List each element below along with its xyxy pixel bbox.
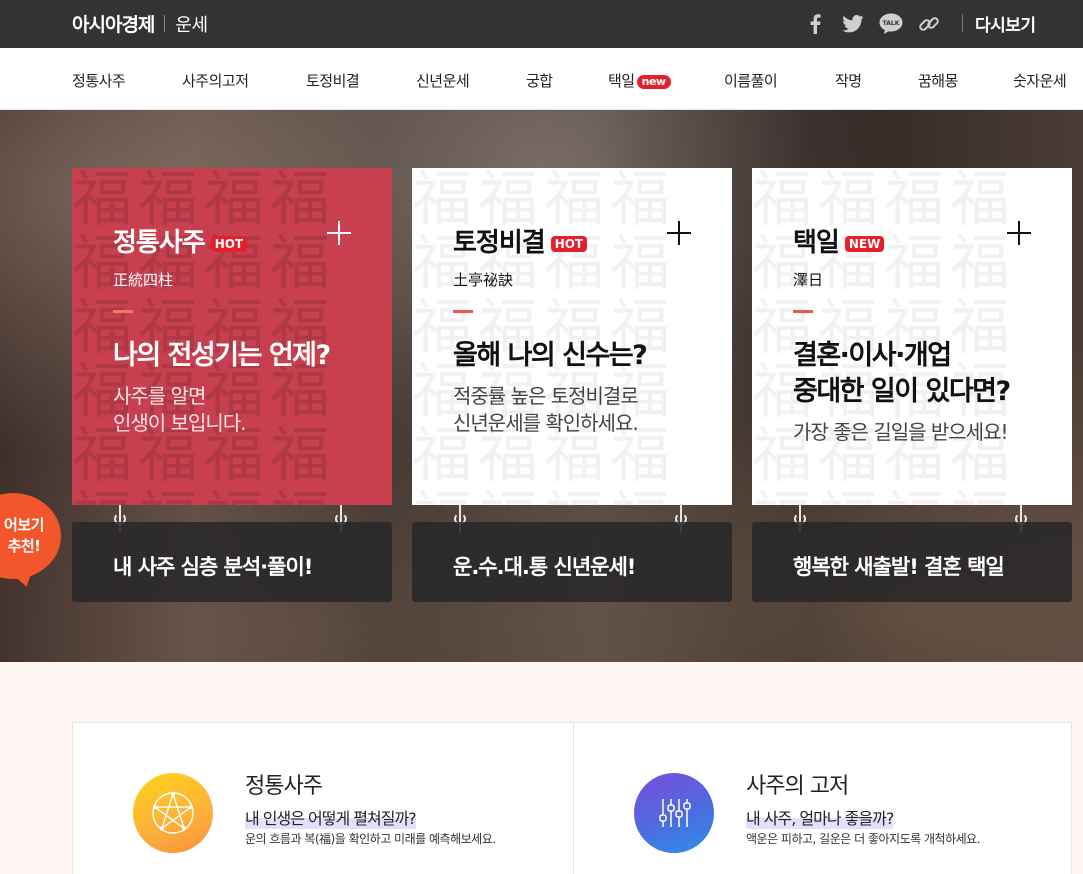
- card-saju[interactable]: 福福福福福福福福福福福福福福福福福福福福福福福福福福福福福福 정통사주 HOT …: [72, 168, 392, 505]
- card-description: 사주를 알면 인생이 보입니다.: [113, 384, 247, 435]
- card-hanja: 正統四柱: [113, 271, 174, 289]
- view-again-button[interactable]: 다시보기: [975, 11, 1036, 36]
- nav-item-name-reading[interactable]: 이름풀이: [724, 70, 778, 91]
- section-title[interactable]: 운세: [175, 11, 208, 37]
- share-icons: TALK: [803, 12, 941, 36]
- services-section: 정통사주 내 인생은 어떻게 펼쳐질까? 운의 흐름과 복(福)을 확인하고 미…: [0, 662, 1083, 874]
- service-description: 액운은 피하고, 길운은 더 좋아지도록 개척하세요.: [746, 832, 981, 846]
- nav-item-new-year[interactable]: 신년운세: [416, 70, 470, 91]
- card-description: 적중률 높은 토정비결로 신년운세를 확인하세요.: [453, 384, 639, 435]
- nav-item-date-selection[interactable]: 택일 new: [608, 70, 671, 91]
- nav-item-date-selection-label: 택일: [608, 72, 635, 90]
- card-accent-line: [113, 310, 133, 313]
- brand-logo[interactable]: 아시아경제: [72, 10, 155, 37]
- card-title: 택일: [793, 228, 840, 258]
- card-description: 가장 좋은 길일을 받으세요!: [793, 420, 1009, 444]
- plus-icon[interactable]: [665, 219, 693, 247]
- card-tojeong[interactable]: 福福福福福福福福福福福福福福福福福福福福福福福福福福福福福福 토정비결 HOT …: [412, 168, 732, 505]
- card-title-row: 택일 NEW: [793, 219, 1033, 259]
- new-badge: NEW: [844, 235, 885, 252]
- service-subtitle: 내 인생은 어떻게 펼쳐질까?: [245, 805, 417, 829]
- equalizer-sliders-icon: [634, 773, 714, 853]
- brand[interactable]: 아시아경제 운세: [72, 10, 208, 37]
- card-hanja: 土亭祕訣: [453, 271, 514, 289]
- card-headline: 나의 전성기는 언제?: [113, 340, 331, 371]
- hot-badge: HOT: [550, 235, 588, 252]
- kakaotalk-icon[interactable]: TALK: [879, 12, 903, 36]
- card-hanja: 澤日: [793, 271, 824, 289]
- twitter-icon[interactable]: [841, 12, 865, 36]
- nav-item-naming[interactable]: 작명: [835, 70, 862, 91]
- top-bar: 아시아경제 운세 TALK 다시보기: [0, 0, 1083, 48]
- nav-item-saju-level[interactable]: 사주의고저: [182, 70, 249, 91]
- service-saju[interactable]: 정통사주 내 인생은 어떻게 펼쳐질까? 운의 흐름과 복(福)을 확인하고 미…: [73, 723, 573, 874]
- link-icon[interactable]: [917, 12, 941, 36]
- card-title-row: 정통사주 HOT: [113, 219, 353, 259]
- kakaotalk-label: TALK: [883, 20, 900, 27]
- bubble-line-2: 추천!: [7, 537, 41, 555]
- card-headline: 결혼·이사·개업 중대한 일이 있다면?: [793, 340, 1011, 407]
- facebook-icon[interactable]: [803, 12, 827, 36]
- brand-divider: [164, 15, 166, 32]
- hot-badge: HOT: [210, 235, 248, 252]
- card-headline: 올해 나의 신수는?: [453, 340, 648, 371]
- new-badge: new: [636, 75, 671, 89]
- sign-date-selection[interactable]: 행복한 새출발! 결혼 택일: [752, 522, 1072, 602]
- hero-banner: 福福福福福福福福福福福福福福福福福福福福福福福福福福福福福福 정통사주 HOT …: [0, 110, 1083, 662]
- service-description: 운의 흐름과 복(福)을 확인하고 미래를 예측해보세요.: [245, 832, 496, 846]
- card-title: 토정비결: [453, 228, 546, 258]
- service-saju-level[interactable]: 사주의 고저 내 사주, 얼마나 좋을까? 액운은 피하고, 길운은 더 좋아지…: [573, 723, 1073, 874]
- plus-icon[interactable]: [325, 219, 353, 247]
- services-box: 정통사주 내 인생은 어떻게 펼쳐질까? 운의 흐름과 복(福)을 확인하고 미…: [72, 722, 1072, 874]
- plus-icon[interactable]: [1005, 219, 1033, 247]
- sign-tojeong[interactable]: 운.수.대.통 신년운세!: [412, 522, 732, 602]
- service-title: 사주의 고저: [746, 774, 849, 799]
- nav-item-dream[interactable]: 꿈해몽: [918, 70, 958, 91]
- main-nav: 정통사주 사주의고저 토정비결 신년운세 궁합 택일 new 이름풀이 작명 꿈해…: [0, 48, 1083, 110]
- card-accent-line: [453, 310, 473, 313]
- card-date-selection[interactable]: 福福福福福福福福福福福福福福福福福福福福福福福福福福福福福福 택일 NEW 澤日…: [752, 168, 1072, 505]
- nav-item-tojeong[interactable]: 토정비결: [306, 70, 360, 91]
- sign-saju[interactable]: 내 사주 심층 분석·풀이!: [72, 522, 392, 602]
- service-subtitle: 내 사주, 얼마나 좋을까?: [746, 805, 894, 829]
- top-divider: [962, 14, 963, 32]
- nav-item-number[interactable]: 숫자운세: [1013, 70, 1067, 91]
- recommend-bubble[interactable]: 어보기 추천!: [0, 493, 61, 579]
- pentagram-circle-icon: [133, 773, 213, 853]
- nav-item-saju[interactable]: 정통사주: [72, 70, 126, 91]
- card-title-row: 토정비결 HOT: [453, 219, 693, 259]
- bubble-line-1: 어보기: [4, 516, 44, 534]
- card-accent-line: [793, 310, 813, 313]
- nav-item-compatibility[interactable]: 궁합: [526, 70, 553, 91]
- card-title: 정통사주: [113, 228, 206, 258]
- service-title: 정통사주: [245, 774, 323, 799]
